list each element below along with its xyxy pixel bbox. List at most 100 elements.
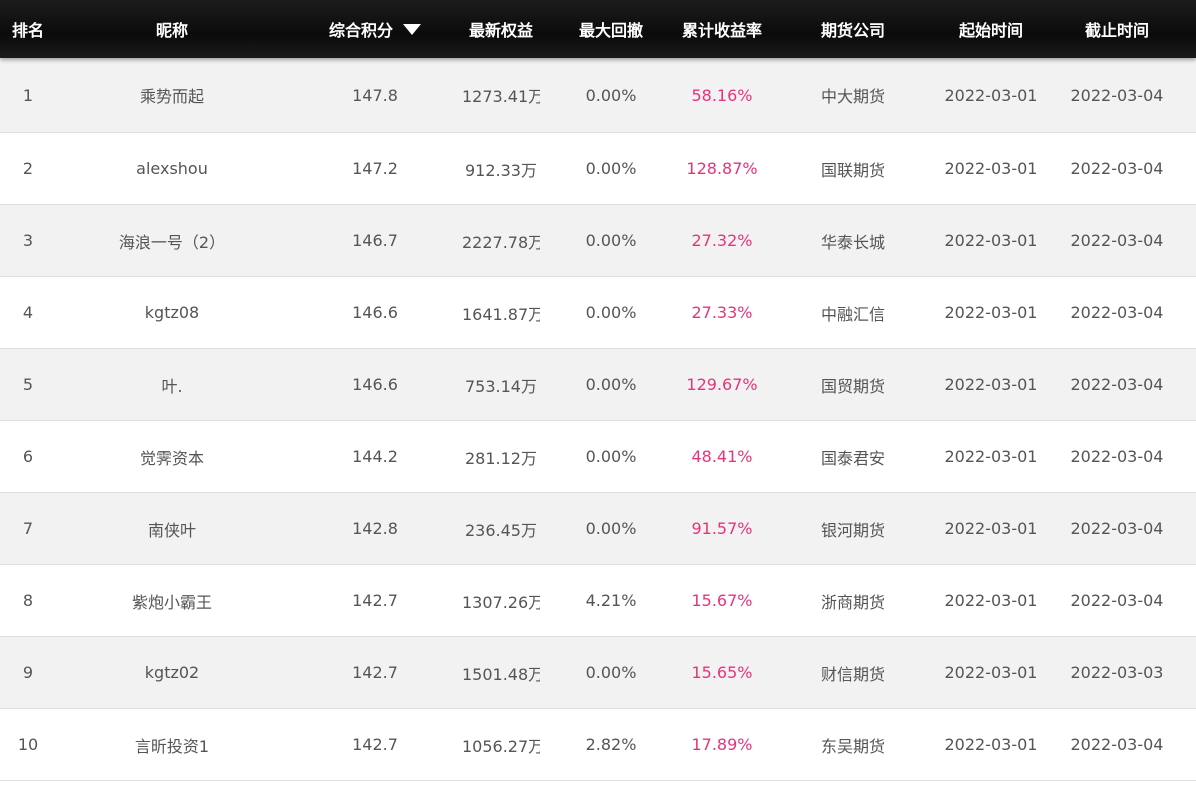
- cell-score: 146.6: [352, 375, 398, 394]
- cell-equity: 1273.41万: [462, 87, 540, 106]
- table-row: 10 言昕投资1 142.7 1056.27万 2.82% 17.89% 东吴期货 2022-…: [0, 709, 1196, 781]
- header-equity: 最新权益: [468, 21, 533, 40]
- cell-score: 147.8: [352, 85, 398, 105]
- cell-start-time: 2022-03-01: [944, 375, 1038, 394]
- cell-cum-return: 27.33%: [691, 303, 753, 322]
- cell-start-time: 2022-03-01: [944, 85, 1038, 105]
- cell-cum-return: 15.67%: [691, 591, 753, 610]
- table-row: 5 叶. 146.6 753.14万 0.00% 129.67% 国贸期货 2022-03-0…: [0, 349, 1196, 421]
- cell-nickname: 海浪一号（2）: [118, 232, 226, 252]
- cell-score: 142.8: [352, 519, 398, 538]
- cell-firm: 中融汇信: [820, 304, 885, 324]
- cell-firm: 中大期货: [820, 87, 885, 106]
- cell-max-drawdown: 4.21%: [585, 591, 637, 610]
- cell-rank: 5: [22, 375, 34, 394]
- cell-firm: 华泰长城: [820, 232, 885, 252]
- cell-rank: 2: [22, 159, 34, 178]
- table-row: 7 南侠叶 142.8 236.45万 0.00% 91.57% 银河期货 2022-03-0…: [0, 493, 1196, 565]
- cell-start-time: 2022-03-01: [944, 663, 1038, 682]
- cell-equity: 753.14万: [465, 376, 537, 396]
- cell-equity: 1501.48万: [462, 664, 540, 684]
- table-row: 4 kgtz08 146.6 1641.87万 0.00% 27.33% 中融汇信 2022-…: [0, 277, 1196, 349]
- cell-nickname: 南侠叶: [147, 520, 196, 540]
- caret-down-icon[interactable]: [403, 23, 421, 35]
- cell-cum-return: 27.32%: [691, 231, 753, 250]
- cell-equity: 2227.78万: [462, 232, 540, 252]
- header-nickname: 昵称: [155, 21, 188, 40]
- table-row: 6 觉霁资本 144.2 281.12万 0.00% 48.41% 国泰君安 2022-03-…: [0, 421, 1196, 493]
- cell-start-time: 2022-03-01: [944, 591, 1038, 610]
- cell-nickname: 紫炮小霸王: [131, 592, 212, 612]
- cell-score: 142.7: [352, 663, 398, 682]
- cell-rank: 6: [22, 447, 34, 466]
- cell-end-time: 2022-03-04: [1070, 375, 1164, 394]
- table-row: 1 乘势而起 147.8 1273.41万 0.00% 58.16% 中大期货 2022-03…: [0, 58, 1196, 133]
- table-row: 8 紫炮小霸王 142.7 1307.26万 4.21% 15.67% 浙商期货 2022-0…: [0, 565, 1196, 637]
- header-score-sortable[interactable]: 综合积分: [288, 17, 462, 41]
- cell-score: 142.7: [352, 591, 398, 610]
- cell-nickname: 叶.: [161, 376, 183, 396]
- cell-score: 146.7: [352, 231, 398, 250]
- cell-start-time: 2022-03-01: [944, 303, 1038, 322]
- cell-rank: 4: [22, 303, 34, 322]
- cell-end-time: 2022-03-04: [1070, 591, 1164, 610]
- cell-max-drawdown: 0.00%: [585, 159, 637, 178]
- cell-cum-return: 48.41%: [691, 447, 753, 466]
- cell-rank: 8: [22, 591, 34, 610]
- cell-equity: 1307.26万: [462, 592, 540, 612]
- cell-score: 146.6: [352, 303, 398, 322]
- cell-end-time: 2022-03-04: [1070, 85, 1164, 105]
- cell-nickname: kgtz02: [144, 663, 200, 682]
- cell-nickname: 乘势而起: [139, 87, 204, 106]
- cell-cum-return: 15.65%: [691, 663, 753, 682]
- cell-equity: 281.12万: [465, 448, 537, 468]
- ranking-table: 排名 昵称 综合积分 最新权益 最大回撤 累计收益率 期货公司 起始时间 截止时…: [0, 0, 1196, 781]
- cell-max-drawdown: 0.00%: [585, 303, 637, 322]
- header-firm: 期货公司: [820, 21, 885, 40]
- cell-firm: 浙商期货: [820, 592, 885, 612]
- cell-rank: 3: [22, 231, 34, 250]
- header-max-drawdown: 最大回撤: [578, 21, 643, 40]
- cell-cum-return: 58.16%: [691, 85, 753, 105]
- cell-max-drawdown: 0.00%: [585, 519, 637, 538]
- cell-end-time: 2022-03-04: [1070, 159, 1164, 178]
- cell-max-drawdown: 0.00%: [585, 375, 637, 394]
- cell-rank: 9: [22, 663, 34, 682]
- cell-equity: 236.45万: [465, 520, 537, 540]
- cell-firm: 财信期货: [820, 664, 885, 684]
- cell-nickname: 言昕投资1: [134, 736, 210, 756]
- cell-firm: 国联期货: [820, 160, 885, 180]
- cell-cum-return: 129.67%: [686, 375, 758, 394]
- cell-max-drawdown: 0.00%: [585, 663, 637, 682]
- cell-firm: 国贸期货: [820, 376, 885, 396]
- cell-equity: 912.33万: [465, 160, 537, 180]
- header-end-time: 截止时间: [1084, 21, 1149, 40]
- cell-rank: 1: [22, 85, 34, 105]
- cell-end-time: 2022-03-04: [1070, 519, 1164, 538]
- cell-start-time: 2022-03-01: [944, 231, 1038, 250]
- cell-start-time: 2022-03-01: [944, 735, 1038, 754]
- table-body: 1 乘势而起 147.8 1273.41万 0.00% 58.16% 中大期货 2022-03…: [0, 58, 1196, 781]
- cell-max-drawdown: 2.82%: [585, 735, 637, 754]
- cell-max-drawdown: 0.00%: [585, 85, 637, 105]
- cell-start-time: 2022-03-01: [944, 447, 1038, 466]
- cell-start-time: 2022-03-01: [944, 159, 1038, 178]
- cell-nickname: 觉霁资本: [139, 448, 204, 468]
- cell-firm: 东吴期货: [820, 736, 885, 756]
- cell-score: 142.7: [352, 735, 398, 754]
- cell-max-drawdown: 0.00%: [585, 231, 637, 250]
- cell-end-time: 2022-03-04: [1070, 231, 1164, 250]
- cell-firm: 银河期货: [820, 520, 885, 540]
- cell-end-time: 2022-03-04: [1070, 447, 1164, 466]
- cell-nickname: alexshou: [136, 159, 208, 178]
- header-score-label: 综合积分: [328, 21, 393, 40]
- cell-equity: 1641.87万: [462, 304, 540, 324]
- cell-firm: 国泰君安: [820, 448, 885, 468]
- cell-nickname: kgtz08: [144, 303, 200, 322]
- table-row: 3 海浪一号（2） 146.7 2227.78万 0.00% 27.32% 华泰长城 2022…: [0, 205, 1196, 277]
- table-header: 排名 昵称 综合积分 最新权益 最大回撤 累计收益率 期货公司 起始时间 截止时…: [0, 0, 1196, 58]
- cell-cum-return: 17.89%: [691, 735, 753, 754]
- table-row: 2 alexshou 147.2 912.33万 0.00% 128.87% 国联期货 202…: [0, 133, 1196, 205]
- cell-rank: 7: [22, 519, 34, 538]
- cell-end-time: 2022-03-04: [1070, 303, 1164, 322]
